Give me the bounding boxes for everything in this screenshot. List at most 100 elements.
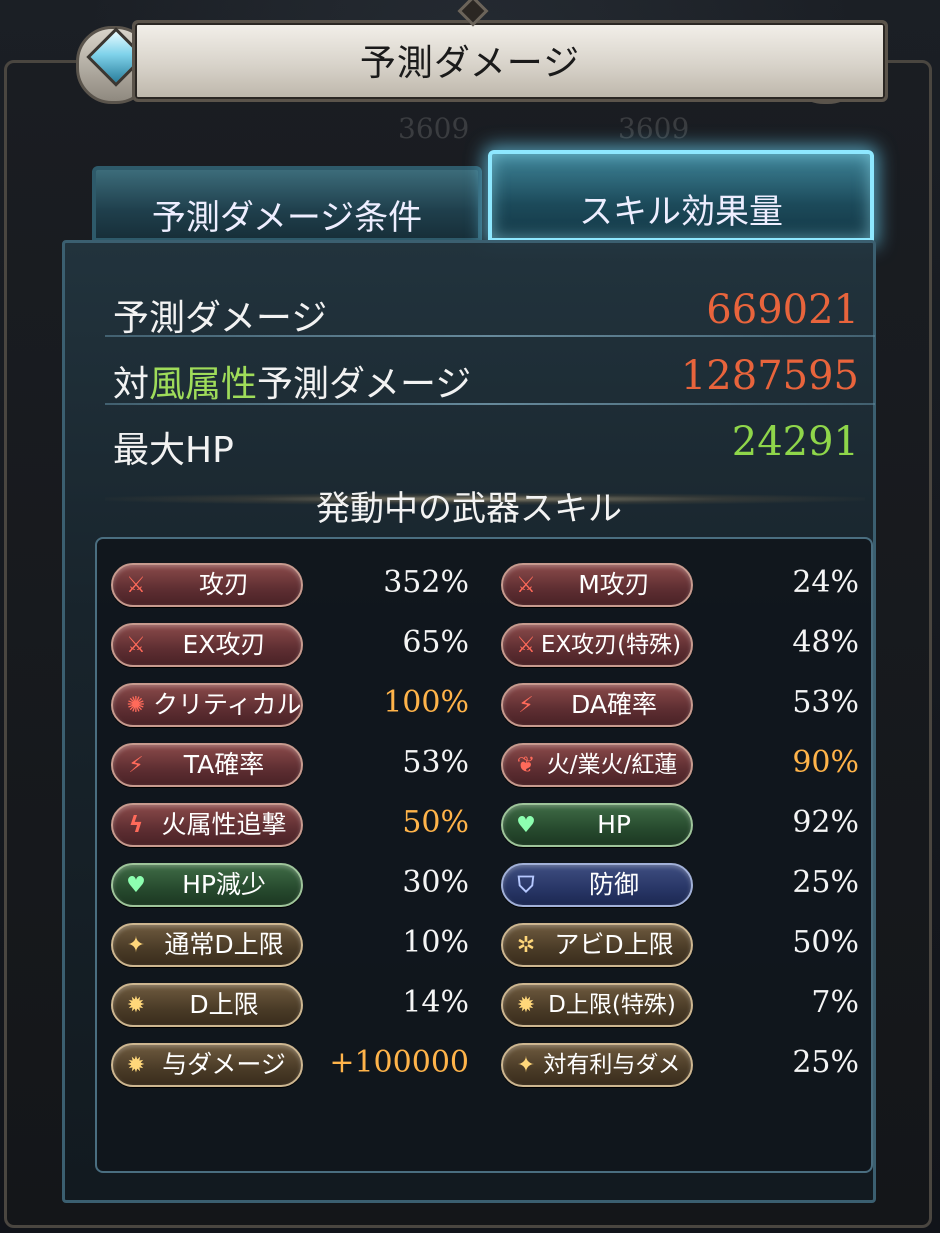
stat-value: 1287595 <box>680 353 859 399</box>
skill-label: EX攻刃 <box>182 630 266 659</box>
stat-vs-wind-damage: 対風属性予測ダメージ 1287595 <box>107 345 875 407</box>
skill-row: ♥ HP 92% <box>487 803 873 849</box>
skill-label: アビD上限 <box>554 930 674 959</box>
spark-icon: ✦ <box>516 1053 536 1078</box>
skill-badge: ❦ 火/業火/紅蓮 <box>501 743 693 787</box>
stat-label-prefix: 対 <box>113 364 150 405</box>
skill-value: 352% <box>383 565 469 600</box>
skill-row: ✦ 対有利与ダメ 25% <box>487 1043 873 1089</box>
skill-value: 25% <box>792 865 859 900</box>
skill-badge: ⛉ 防御 <box>501 863 693 907</box>
skill-value: 100% <box>383 685 469 720</box>
skill-badge: ✹ 与ダメージ <box>111 1043 303 1087</box>
sword-icon: ⚔ <box>126 633 146 658</box>
skill-value: 53% <box>792 685 859 720</box>
sword-icon: ⚔ <box>516 633 536 658</box>
skill-badge: ✦ 通常D上限 <box>111 923 303 967</box>
stat-label: 最大HP <box>113 430 234 471</box>
skill-badge: ✦ 対有利与ダメ <box>501 1043 693 1087</box>
section-title: 発動中の武器スキル <box>316 489 622 529</box>
double-slash-icon: ⚡ <box>518 693 534 718</box>
skill-row: ⛉ 防御 25% <box>487 863 873 909</box>
skill-badge: ⚡ DA確率 <box>501 683 693 727</box>
skill-value: 48% <box>792 625 859 660</box>
skill-row: ✺ クリティカル 100% <box>97 683 483 729</box>
divider <box>105 335 875 337</box>
popup-title: 予測ダメージ <box>359 43 581 84</box>
skill-label: HP減少 <box>182 870 266 899</box>
skill-label: M攻刃 <box>578 570 650 599</box>
skill-row: ⚔ 攻刃 352% <box>97 563 483 609</box>
skill-row: ✲ アビD上限 50% <box>487 923 873 969</box>
flame-icon: ❦ <box>516 753 536 778</box>
shield-icon: ⛉ <box>517 873 535 898</box>
gear-icon: ✹ <box>126 1053 146 1078</box>
heart-icon: ♥ <box>126 873 146 898</box>
skill-label: EX攻刃(特殊) <box>540 632 682 658</box>
skill-effects-panel: 予測ダメージ 669021 対風属性予測ダメージ 1287595 最大HP 24… <box>62 240 876 1203</box>
skill-row: ♥ HP減少 30% <box>97 863 483 909</box>
background-number: 3609 <box>398 112 470 145</box>
skill-label: D上限 <box>189 990 259 1019</box>
skill-row: ⚡ DA確率 53% <box>487 683 873 729</box>
skill-value: 24% <box>792 565 859 600</box>
skill-value: 50% <box>792 925 859 960</box>
sword-icon: ⚔ <box>126 573 146 598</box>
skill-badge: ♥ HP <box>501 803 693 847</box>
skill-row: ✹ 与ダメージ +100000 <box>97 1043 483 1089</box>
divider <box>105 403 875 405</box>
skill-label: クリティカル <box>153 690 302 719</box>
weapon-skills-list: ⚔ 攻刃 352% ⚔ EX攻刃 65% ✺ クリティカル 100% ⚡ TA確率 53… <box>95 537 873 1173</box>
skill-label: 火属性追撃 <box>161 810 287 839</box>
skill-label: HP <box>597 810 631 839</box>
tab-skill-effects[interactable]: スキル効果量 <box>488 150 874 242</box>
heart-icon: ♥ <box>516 813 536 838</box>
skill-value: 14% <box>402 985 469 1020</box>
skill-value: 25% <box>792 1045 859 1080</box>
skill-label: 通常D上限 <box>164 930 284 959</box>
lightning-icon: ϟ <box>128 813 144 838</box>
skill-row: ⚔ M攻刃 24% <box>487 563 873 609</box>
skill-badge: ⚔ EX攻刃(特殊) <box>501 623 693 667</box>
skill-value: 53% <box>402 745 469 780</box>
skill-row: ⚔ EX攻刃(特殊) 48% <box>487 623 873 669</box>
skill-value: 30% <box>402 865 469 900</box>
skill-label: DA確率 <box>571 690 657 719</box>
sword-icon: ⚔ <box>516 573 536 598</box>
skill-value: 65% <box>402 625 469 660</box>
stat-label-suffix: 予測ダメージ <box>257 364 472 405</box>
skill-value: 50% <box>402 805 469 840</box>
skill-badge: ✹ D上限(特殊) <box>501 983 693 1027</box>
skill-row: ✦ 通常D上限 10% <box>97 923 483 969</box>
skill-label: 火/業火/紅蓮 <box>546 752 678 778</box>
skill-badge: ⚔ EX攻刃 <box>111 623 303 667</box>
skill-row: ❦ 火/業火/紅蓮 90% <box>487 743 873 789</box>
gear-icon: ✹ <box>516 993 536 1018</box>
tab-damage-conditions[interactable]: 予測ダメージ条件 <box>92 166 482 242</box>
gear-icon: ✹ <box>126 993 146 1018</box>
stat-value: 669021 <box>706 287 859 333</box>
element-label: 風属性 <box>149 364 258 405</box>
skill-label: 対有利与ダメ <box>543 1052 681 1078</box>
skill-label: TA確率 <box>183 750 265 779</box>
skill-badge: ⚔ M攻刃 <box>501 563 693 607</box>
skill-badge: ✹ D上限 <box>111 983 303 1027</box>
skill-value: +100000 <box>329 1045 469 1080</box>
stat-label: 予測ダメージ <box>113 298 328 339</box>
skill-badge: ϟ 火属性追撃 <box>111 803 303 847</box>
skill-value: 92% <box>792 805 859 840</box>
background-number: 3609 <box>618 112 690 145</box>
skill-value: 10% <box>402 925 469 960</box>
skill-badge: ⚡ TA確率 <box>111 743 303 787</box>
tab-label: スキル効果量 <box>579 192 783 232</box>
stat-max-hp: 最大HP 24291 <box>107 411 875 473</box>
skill-label: 与ダメージ <box>162 1050 286 1079</box>
burst-icon: ✺ <box>126 693 146 718</box>
skill-row: ✹ D上限 14% <box>97 983 483 1029</box>
skill-row: ⚔ EX攻刃 65% <box>97 623 483 669</box>
stat-predicted-damage: 予測ダメージ 669021 <box>107 279 875 341</box>
skill-row: ϟ 火属性追撃 50% <box>97 803 483 849</box>
skill-row: ⚡ TA確率 53% <box>97 743 483 789</box>
skill-badge: ⚔ 攻刃 <box>111 563 303 607</box>
skill-badge: ♥ HP減少 <box>111 863 303 907</box>
